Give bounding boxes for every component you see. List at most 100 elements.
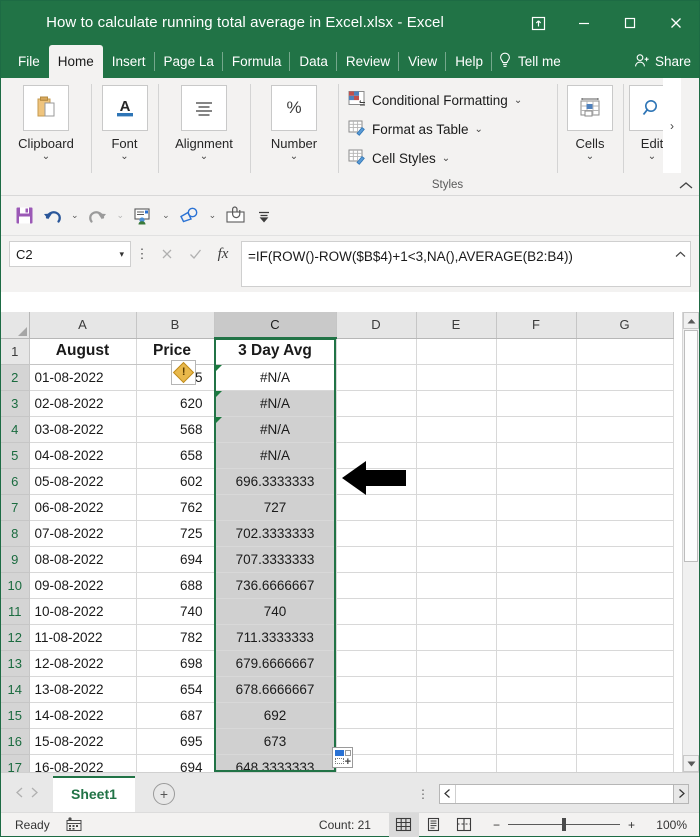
font-a-icon[interactable]: A — [101, 85, 148, 131]
number-caret[interactable]: ⌄ — [290, 152, 298, 162]
cell-C10[interactable]: 736.6666667 — [214, 572, 337, 599]
cell-C8[interactable]: 702.3333333 — [214, 520, 337, 547]
page-layout-view-icon[interactable] — [419, 813, 449, 837]
cell-D13[interactable] — [336, 650, 417, 677]
cell-G3[interactable] — [576, 390, 674, 417]
cell-G12[interactable] — [576, 624, 674, 651]
cell-F13[interactable] — [496, 650, 577, 677]
tab-formulas[interactable]: Formula — [223, 45, 291, 78]
cell-styles-button[interactable]: Cell Styles ⌄ — [348, 144, 450, 173]
hscroll-left-icon[interactable] — [440, 784, 456, 803]
cell-G11[interactable] — [576, 598, 674, 625]
tab-help[interactable]: Help — [446, 45, 492, 78]
cell-B14[interactable]: 654 — [136, 676, 215, 703]
cell-C13[interactable]: 679.6666667 — [214, 650, 337, 677]
redo-icon[interactable] — [85, 203, 111, 229]
cell-G8[interactable] — [576, 520, 674, 547]
cell-C2[interactable]: #N/A — [214, 364, 337, 391]
row-header-14[interactable]: 14 — [1, 676, 30, 703]
cell-B6[interactable]: 602 — [136, 468, 215, 495]
cell-E12[interactable] — [416, 624, 497, 651]
new-sheet-icon[interactable]: + — [152, 782, 175, 805]
cell-C17[interactable]: 648.3333333 — [214, 754, 337, 772]
tab-view[interactable]: View — [399, 45, 447, 78]
undo-caret[interactable]: ⌄ — [67, 210, 83, 221]
table-row[interactable]: 7 06-08-2022 762 727 — [1, 494, 674, 521]
cell-A12[interactable]: 11-08-2022 — [29, 624, 137, 651]
tab-review[interactable]: Review — [337, 45, 400, 78]
cell-C11[interactable]: 740 — [214, 598, 337, 625]
redo-caret[interactable]: ⌄ — [113, 210, 129, 221]
alignment-caret[interactable]: ⌄ — [200, 152, 208, 162]
scroll-down-icon[interactable] — [683, 755, 699, 772]
cell-F3[interactable] — [496, 390, 577, 417]
cancel-x-icon[interactable] — [153, 241, 181, 267]
column-header-F[interactable]: F — [496, 312, 577, 339]
error-warning-icon[interactable]: ! — [171, 360, 196, 385]
clipboard-caret[interactable]: ⌄ — [42, 152, 50, 162]
zoom-slider[interactable] — [507, 818, 620, 831]
tab-split-handle-icon[interactable]: ⋮ — [407, 787, 439, 801]
cell-A15[interactable]: 14-08-2022 — [29, 702, 137, 729]
expand-formula-bar-icon[interactable] — [675, 245, 686, 266]
row-header-15[interactable]: 15 — [1, 702, 30, 729]
row-header-2[interactable]: 2 — [1, 364, 30, 391]
table-row[interactable]: 4 03-08-2022 568 #N/A — [1, 416, 674, 443]
row-header-8[interactable]: 8 — [1, 520, 30, 547]
hscroll-track[interactable] — [456, 784, 673, 803]
cell-F7[interactable] — [496, 494, 577, 521]
cell-E9[interactable] — [416, 546, 497, 573]
format-as-table-button[interactable]: Format as Table ⌄ — [348, 115, 483, 144]
table-row[interactable]: 8 07-08-2022 725 702.3333333 — [1, 520, 674, 547]
cell-A14[interactable]: 13-08-2022 — [29, 676, 137, 703]
cell-G15[interactable] — [576, 702, 674, 729]
cell-A6[interactable]: 05-08-2022 — [29, 468, 137, 495]
share-workbook-icon[interactable] — [130, 203, 156, 229]
zoom-out-button[interactable]: − — [493, 818, 500, 832]
cell-F8[interactable] — [496, 520, 577, 547]
cell-D1[interactable] — [336, 338, 417, 365]
cell-C4[interactable]: #N/A — [214, 416, 337, 443]
cell-E1[interactable] — [416, 338, 497, 365]
conditional-formatting-caret[interactable]: ⌄ — [514, 96, 522, 106]
tab-file[interactable]: File — [9, 45, 49, 78]
table-row[interactable]: 12 11-08-2022 782 711.3333333 — [1, 624, 674, 651]
cell-B15[interactable]: 687 — [136, 702, 215, 729]
cell-E16[interactable] — [416, 728, 497, 755]
cell-B8[interactable]: 725 — [136, 520, 215, 547]
cell-B12[interactable]: 782 — [136, 624, 215, 651]
cell-C1[interactable]: 3 Day Avg — [214, 338, 337, 365]
tell-me-box[interactable]: Tell me — [498, 45, 561, 78]
column-header-E[interactable]: E — [416, 312, 497, 339]
cell-E3[interactable] — [416, 390, 497, 417]
cells-caret[interactable]: ⌄ — [586, 152, 594, 162]
cell-G4[interactable] — [576, 416, 674, 443]
row-header-13[interactable]: 13 — [1, 650, 30, 677]
cell-D9[interactable] — [336, 546, 417, 573]
undo-icon[interactable] — [39, 203, 65, 229]
cell-A13[interactable]: 12-08-2022 — [29, 650, 137, 677]
percent-icon[interactable]: % — [271, 85, 317, 131]
cell-G7[interactable] — [576, 494, 674, 521]
scrollbar-thumb[interactable] — [684, 330, 698, 562]
cell-C15[interactable]: 692 — [214, 702, 337, 729]
cell-D11[interactable] — [336, 598, 417, 625]
zoom-in-button[interactable]: + — [628, 818, 635, 832]
column-header-C[interactable]: C — [214, 312, 337, 339]
save-icon[interactable] — [11, 203, 37, 229]
cell-B7[interactable]: 762 — [136, 494, 215, 521]
row-header-12[interactable]: 12 — [1, 624, 30, 651]
attach-icon[interactable] — [222, 203, 249, 229]
cell-E13[interactable] — [416, 650, 497, 677]
cell-D2[interactable] — [336, 364, 417, 391]
row-header-6[interactable]: 6 — [1, 468, 30, 495]
table-row[interactable]: 3 02-08-2022 620 #N/A — [1, 390, 674, 417]
cell-C5[interactable]: #N/A — [214, 442, 337, 469]
cell-A11[interactable]: 10-08-2022 — [29, 598, 137, 625]
cell-G5[interactable] — [576, 442, 674, 469]
chevron-down-icon[interactable]: ▾ — [119, 249, 124, 260]
cell-F14[interactable] — [496, 676, 577, 703]
share-button[interactable]: Share — [634, 45, 691, 78]
table-row[interactable]: 11 10-08-2022 740 740 — [1, 598, 674, 625]
cell-B4[interactable]: 568 — [136, 416, 215, 443]
